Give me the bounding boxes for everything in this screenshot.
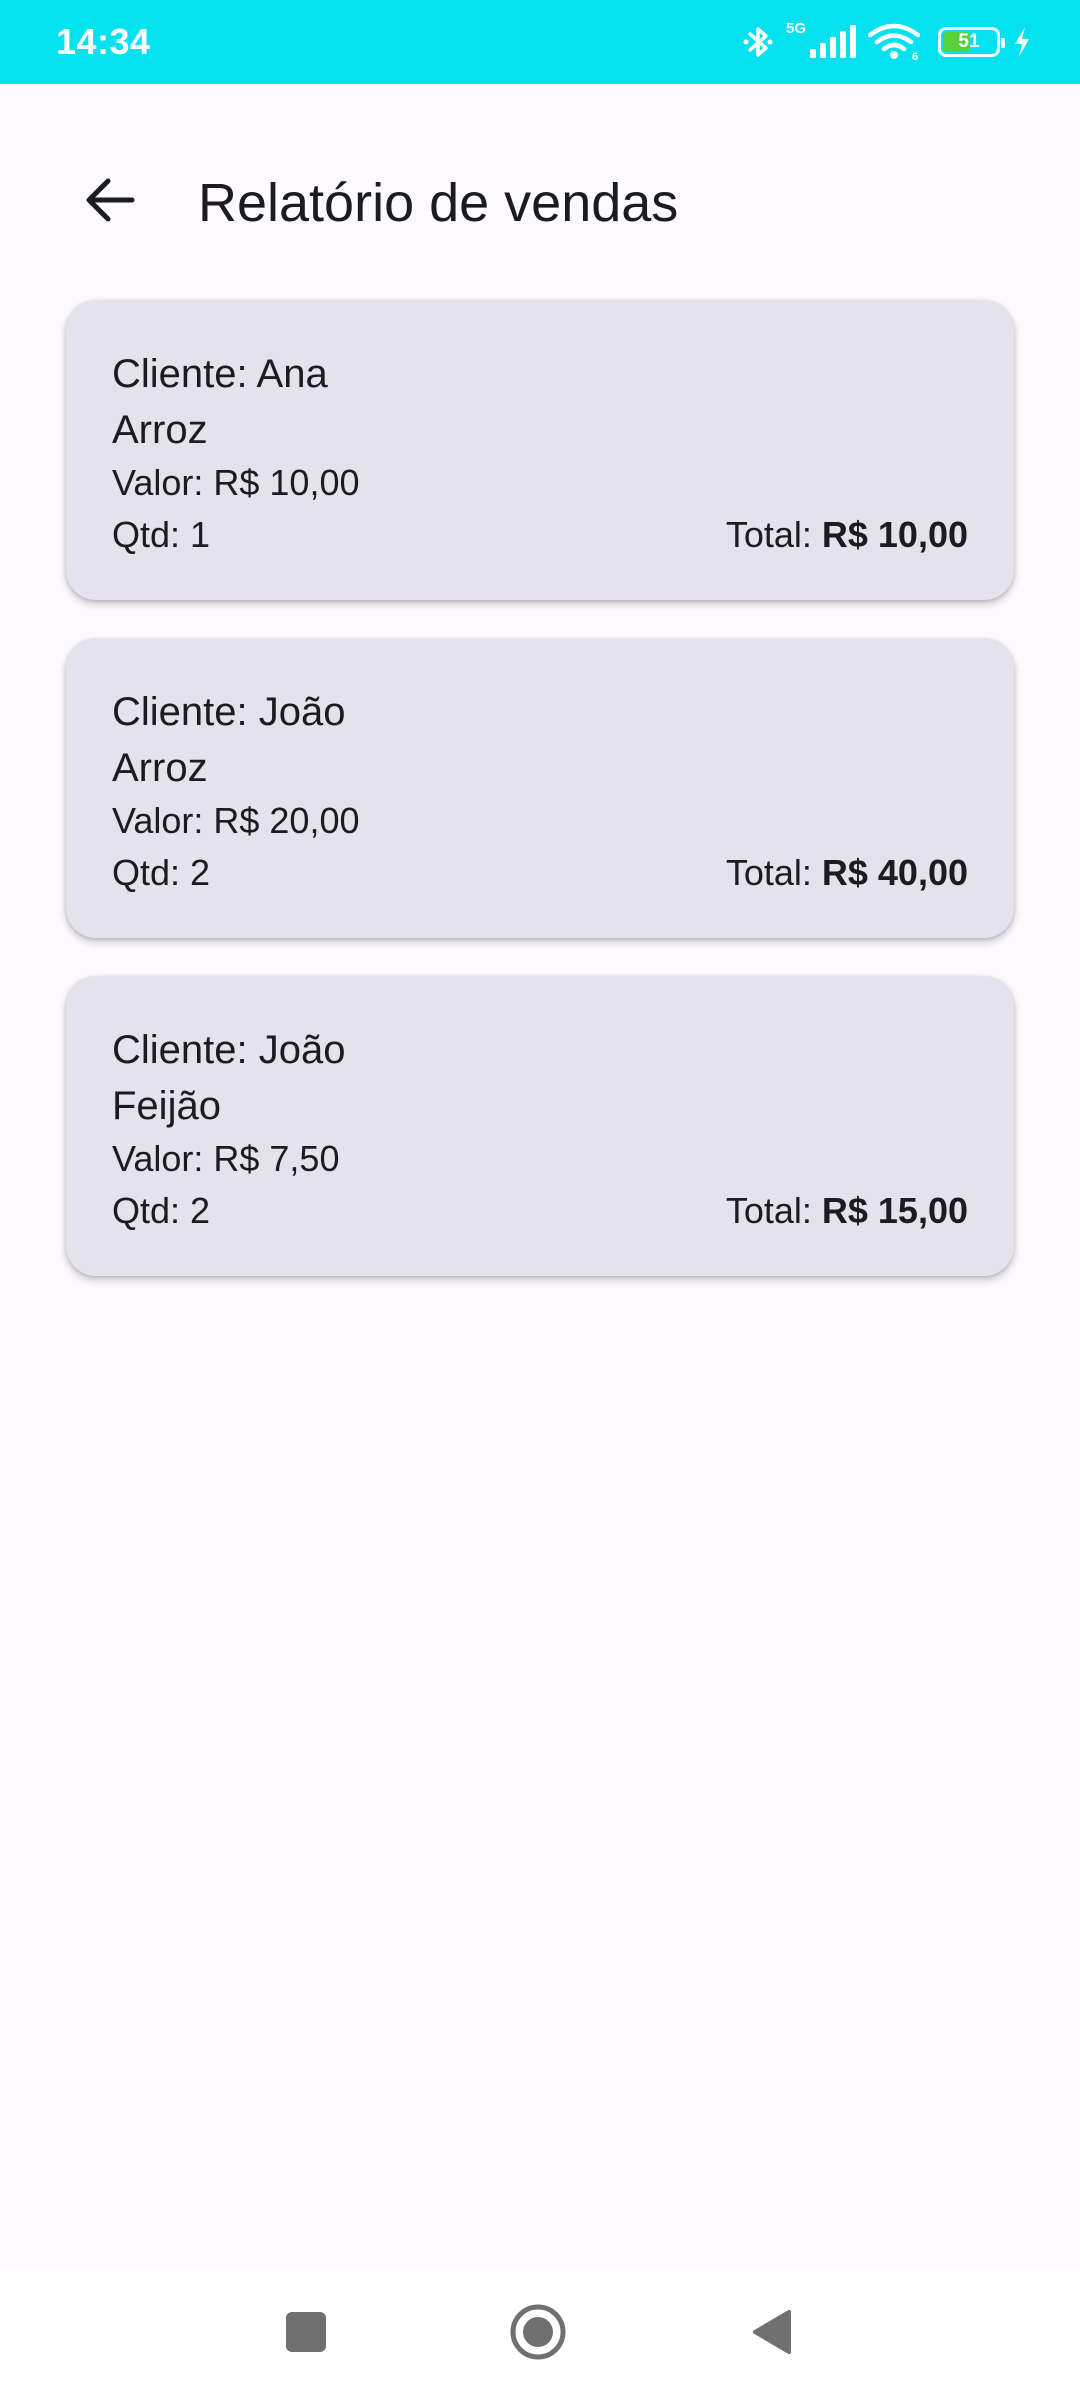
navigation-bar <box>0 2268 1080 2400</box>
battery-level: 51 <box>958 31 980 52</box>
signal-icon <box>808 25 856 59</box>
client-name: Cliente: João <box>112 690 346 734</box>
bluetooth-icon <box>742 24 774 60</box>
sale-card[interactable]: Cliente: João Feijão Valor: R$ 7,50 Qtd:… <box>66 976 1014 1276</box>
charging-icon <box>1012 26 1032 58</box>
total-amount: R$ 10,00 <box>821 514 968 555</box>
product-name: Arroz <box>112 746 208 790</box>
page-title: Relatório de vendas <box>198 173 679 233</box>
network-type-label: 5G <box>785 19 806 37</box>
status-icons: 5G 6 51 <box>742 19 1032 61</box>
total-amount: R$ 40,00 <box>821 852 968 893</box>
quantity: Qtd: 2 <box>112 852 211 893</box>
total-label: Total: <box>725 1190 822 1231</box>
home-circle-icon <box>509 2303 567 2366</box>
sales-list: Cliente: Ana Arroz Valor: R$ 10,00 Qtd: … <box>66 300 1014 1314</box>
app-bar: Relatório de vendas <box>0 84 1080 308</box>
battery-icon: 51 <box>938 27 1005 57</box>
status-bar: 14:34 5G 6 51 <box>0 0 1080 84</box>
back-button[interactable] <box>70 162 150 242</box>
client-name: Cliente: Ana <box>112 352 328 396</box>
total-label: Total: <box>725 852 822 893</box>
battery-tip <box>1001 38 1005 48</box>
unit-value: Valor: R$ 7,50 <box>112 1138 340 1179</box>
status-time: 14:34 <box>56 21 151 62</box>
total: Total: R$ 40,00 <box>726 850 968 896</box>
total-label: Total: <box>725 514 822 555</box>
sale-card[interactable]: Cliente: Ana Arroz Valor: R$ 10,00 Qtd: … <box>66 300 1014 600</box>
unit-value: Valor: R$ 20,00 <box>112 800 360 841</box>
product-name: Arroz <box>112 408 208 452</box>
recents-square-icon <box>285 2311 327 2358</box>
wifi-icon: 6 <box>868 23 920 61</box>
unit-value: Valor: R$ 10,00 <box>112 462 360 503</box>
svg-text:6: 6 <box>912 51 918 61</box>
sale-card[interactable]: Cliente: João Arroz Valor: R$ 20,00 Qtd:… <box>66 638 1014 938</box>
back-triangle-icon <box>751 2308 793 2361</box>
arrow-back-icon <box>84 176 136 229</box>
home-button[interactable] <box>496 2292 580 2376</box>
recents-button[interactable] <box>264 2292 348 2376</box>
quantity: Qtd: 1 <box>112 514 211 555</box>
product-name: Feijão <box>112 1084 221 1128</box>
total: Total: R$ 10,00 <box>726 512 968 558</box>
client-name: Cliente: João <box>112 1028 346 1072</box>
nav-back-button[interactable] <box>730 2292 814 2376</box>
total-amount: R$ 15,00 <box>821 1190 968 1231</box>
quantity: Qtd: 2 <box>112 1190 211 1231</box>
total: Total: R$ 15,00 <box>726 1188 968 1234</box>
